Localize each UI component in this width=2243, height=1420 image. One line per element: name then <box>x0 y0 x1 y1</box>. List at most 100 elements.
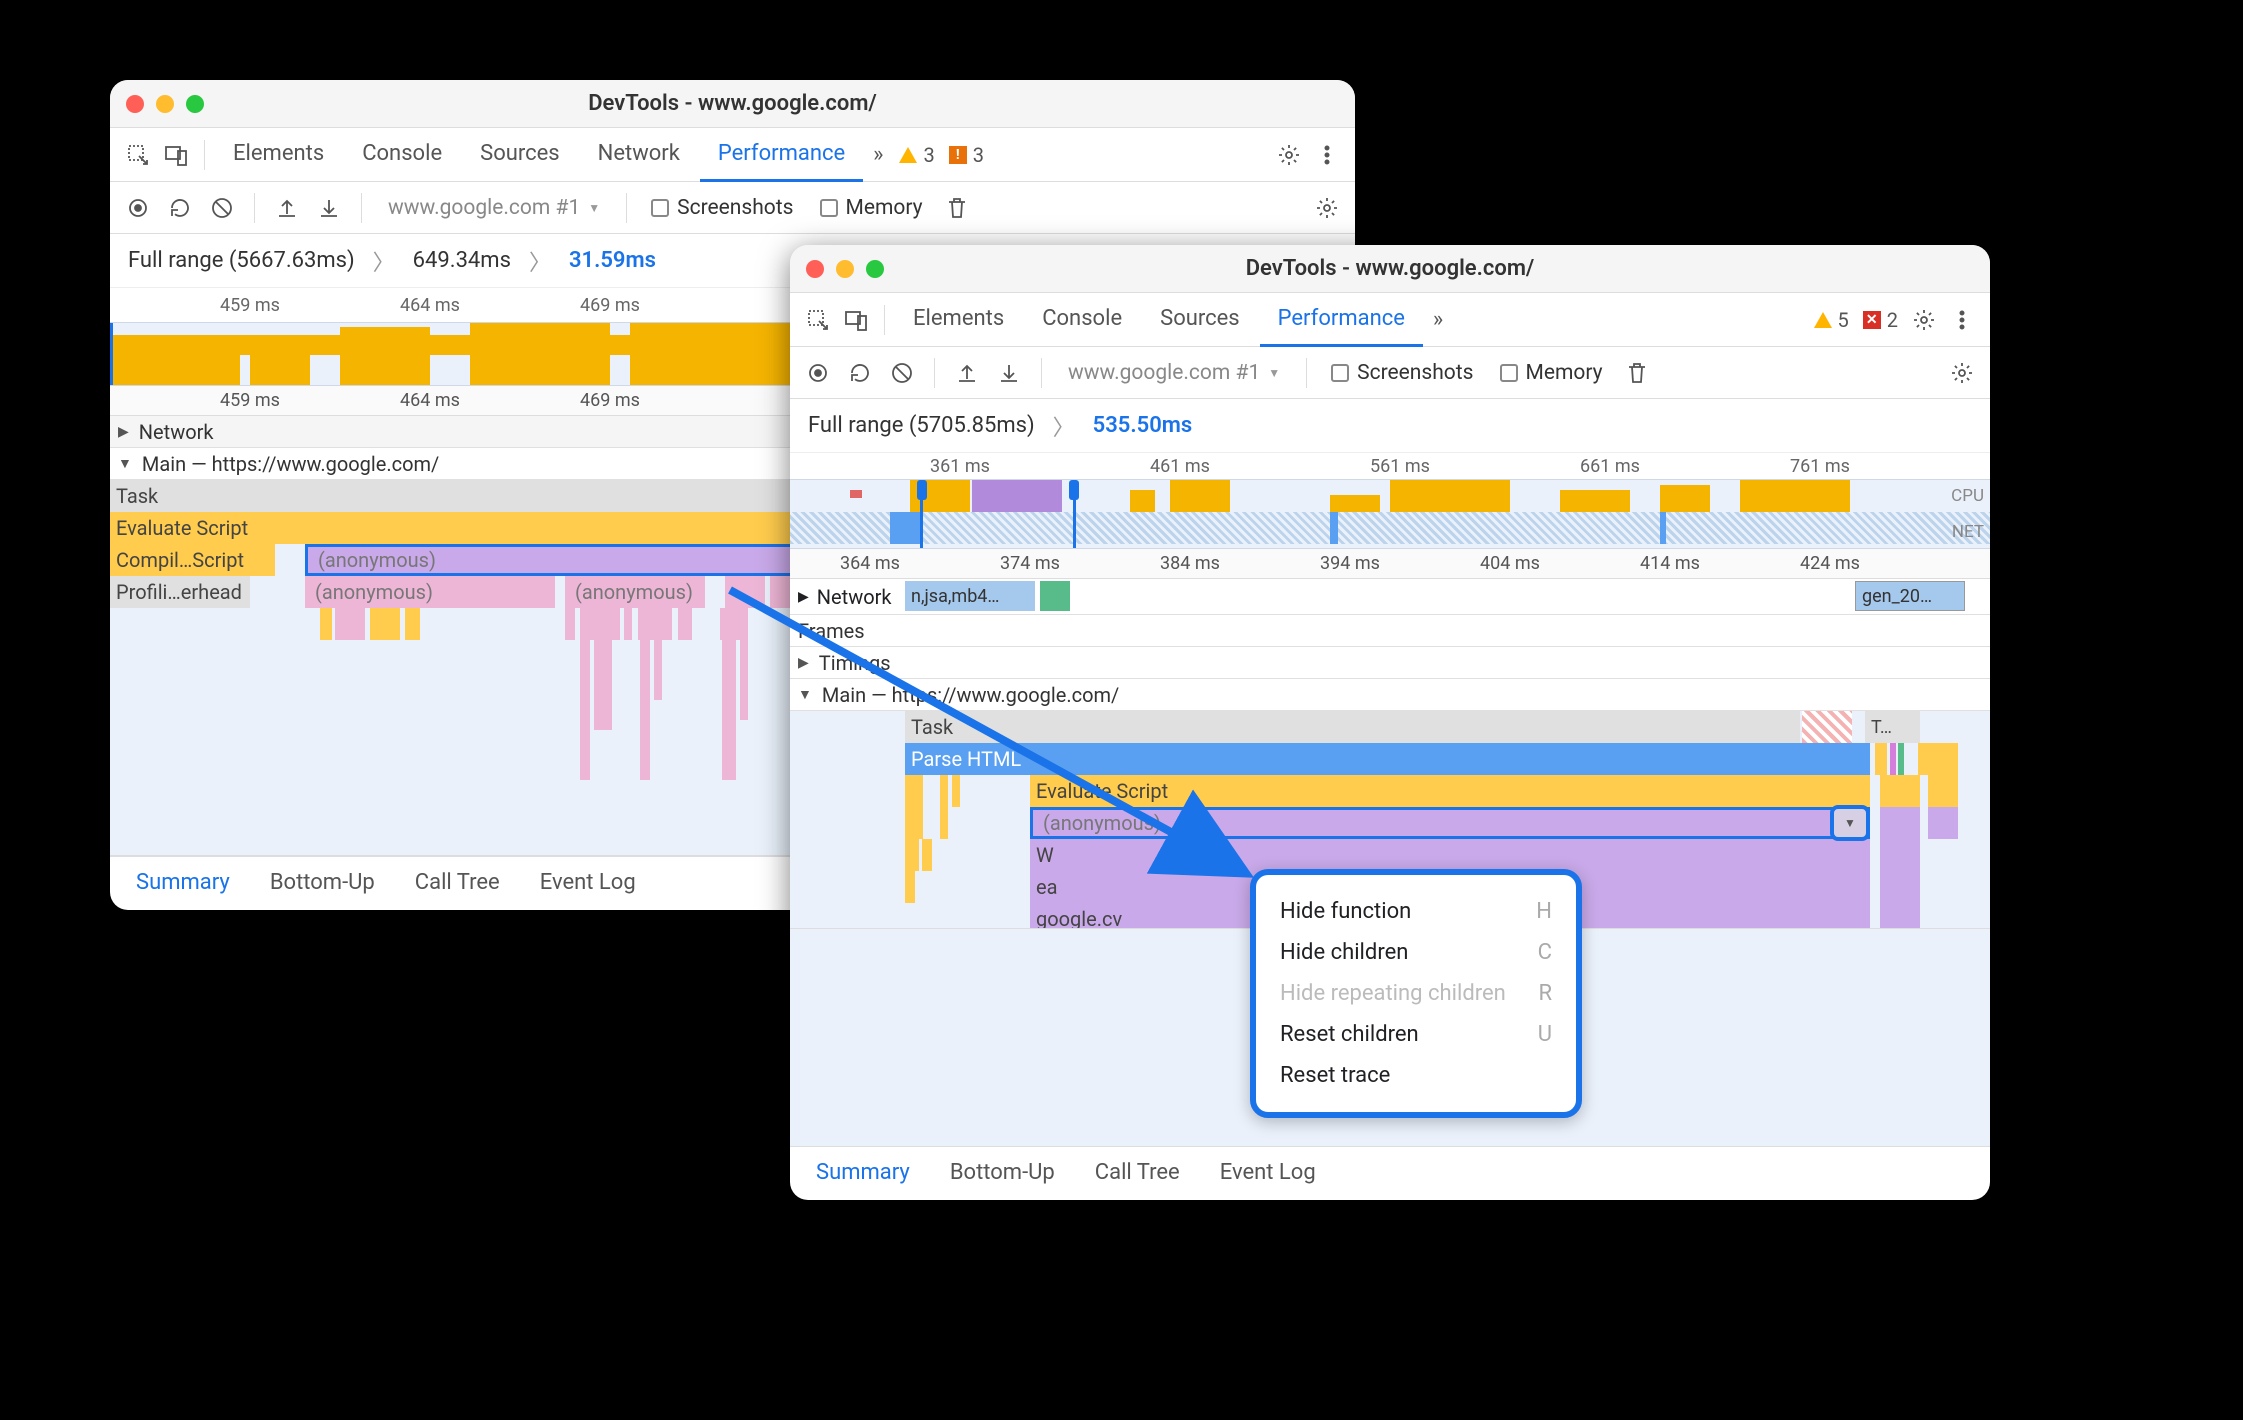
titlebar[interactable]: DevTools - www.google.com/ <box>110 80 1355 128</box>
tab-network[interactable]: Network <box>580 128 698 182</box>
flame-anonymous[interactable]: (anonymous) <box>565 576 705 608</box>
cpu-overview[interactable]: CPU NET <box>790 479 1990 549</box>
more-tabs-icon[interactable]: » <box>1425 307 1451 332</box>
zoom-icon[interactable] <box>866 260 884 278</box>
flame-entry-context-button[interactable]: ▼ <box>1830 805 1870 841</box>
flame-item[interactable] <box>405 608 420 640</box>
flame-item[interactable] <box>740 640 748 720</box>
trash-icon[interactable] <box>1619 355 1655 391</box>
tab-summary[interactable]: Summary <box>798 1147 928 1201</box>
flame-task-long[interactable] <box>1802 711 1852 743</box>
ctx-reset-children[interactable]: Reset childrenU <box>1256 1014 1576 1055</box>
recording-selector[interactable]: www.google.com #1▼ <box>1056 361 1292 385</box>
flame-item[interactable] <box>594 640 612 730</box>
more-tabs-icon[interactable]: » <box>865 142 891 167</box>
flame-profiling-overhead[interactable]: Profili…erhead <box>110 576 250 608</box>
gear-icon[interactable] <box>1906 302 1942 338</box>
flame-item[interactable] <box>1918 743 1958 775</box>
flame-item[interactable] <box>370 608 400 640</box>
flame-item[interactable] <box>905 775 923 807</box>
network-request[interactable]: n,jsa,mb4… <box>905 581 1035 611</box>
device-toolbar-icon[interactable] <box>838 302 874 338</box>
tab-bottom-up[interactable]: Bottom-Up <box>252 857 393 911</box>
reload-icon[interactable] <box>842 355 878 391</box>
kebab-icon[interactable] <box>1309 137 1345 173</box>
flame-w[interactable]: W <box>1030 839 1870 871</box>
selection-handle-right[interactable] <box>1069 480 1079 500</box>
flame-item[interactable] <box>922 839 932 871</box>
flame-item[interactable] <box>638 608 672 640</box>
screenshots-checkbox[interactable]: Screenshots <box>1331 361 1473 385</box>
timings-track-header[interactable]: ▶Timings <box>790 647 1990 679</box>
flame-item[interactable] <box>905 871 915 903</box>
screenshots-checkbox[interactable]: Screenshots <box>651 196 793 220</box>
flame-item[interactable] <box>1928 807 1958 839</box>
flame-item[interactable] <box>1880 775 1920 807</box>
clear-icon[interactable] <box>884 355 920 391</box>
errors-badge[interactable]: ✕2 <box>1863 308 1898 332</box>
flame-item[interactable] <box>320 608 332 640</box>
tab-sources[interactable]: Sources <box>1142 293 1258 347</box>
tab-performance[interactable]: Performance <box>1260 293 1423 347</box>
close-icon[interactable] <box>806 260 824 278</box>
minimize-icon[interactable] <box>836 260 854 278</box>
flame-task[interactable]: T… <box>1865 711 1920 743</box>
ctx-reset-trace[interactable]: Reset trace <box>1256 1055 1576 1096</box>
tab-console[interactable]: Console <box>1024 293 1140 347</box>
flame-item[interactable] <box>1880 839 1920 871</box>
tab-elements[interactable]: Elements <box>895 293 1022 347</box>
upload-icon[interactable] <box>949 355 985 391</box>
flame-item[interactable] <box>720 608 748 640</box>
tab-console[interactable]: Console <box>344 128 460 182</box>
overview-selection[interactable] <box>920 480 1076 548</box>
inspect-icon[interactable] <box>120 137 156 173</box>
flame-item[interactable] <box>580 608 620 640</box>
breadcrumb-selection[interactable]: 535.50ms <box>1093 413 1193 438</box>
flame-parse-html[interactable]: Parse HTML <box>905 743 1870 775</box>
download-icon[interactable] <box>311 190 347 226</box>
inspect-icon[interactable] <box>800 302 836 338</box>
flame-anonymous-selected[interactable]: (anonymous) <box>1030 807 1870 839</box>
warnings-badge[interactable]: 3 <box>899 143 934 167</box>
flame-item[interactable] <box>1898 743 1904 775</box>
flame-item[interactable] <box>725 576 765 608</box>
network-track-header[interactable]: ▶Network <box>790 585 892 609</box>
flame-item[interactable] <box>1880 807 1920 839</box>
tab-call-tree[interactable]: Call Tree <box>397 857 518 911</box>
network-request[interactable] <box>1040 581 1070 611</box>
warnings-badge[interactable]: 5 <box>1814 308 1849 332</box>
breadcrumb-range[interactable]: 649.34ms <box>413 248 511 273</box>
upload-icon[interactable] <box>269 190 305 226</box>
breadcrumb-full-range[interactable]: Full range (5667.63ms) <box>128 248 355 273</box>
flame-item[interactable] <box>1880 871 1920 903</box>
flame-item[interactable] <box>940 807 948 839</box>
tab-event-log[interactable]: Event Log <box>522 857 654 911</box>
titlebar[interactable]: DevTools - www.google.com/ <box>790 245 1990 293</box>
gear-icon[interactable] <box>1944 355 1980 391</box>
record-icon[interactable] <box>800 355 836 391</box>
main-track-header[interactable]: ▼Main — https://www.google.com/ <box>790 679 1990 711</box>
gear-icon[interactable] <box>1309 190 1345 226</box>
reload-icon[interactable] <box>162 190 198 226</box>
flame-item[interactable] <box>940 775 948 807</box>
trash-icon[interactable] <box>939 190 975 226</box>
tab-event-log[interactable]: Event Log <box>1202 1147 1334 1201</box>
network-track[interactable]: ▶Network n,jsa,mb4… gen_20… <box>790 579 1990 615</box>
device-toolbar-icon[interactable] <box>158 137 194 173</box>
selection-handle-left[interactable] <box>917 480 927 500</box>
zoom-icon[interactable] <box>186 95 204 113</box>
tab-bottom-up[interactable]: Bottom-Up <box>932 1147 1073 1201</box>
flame-item[interactable] <box>580 640 590 780</box>
minimize-icon[interactable] <box>156 95 174 113</box>
network-request[interactable]: gen_20… <box>1855 581 1965 611</box>
flame-item[interactable] <box>905 807 923 839</box>
recording-selector[interactable]: www.google.com #1▼ <box>376 196 612 220</box>
tab-summary[interactable]: Summary <box>118 857 248 911</box>
flame-item[interactable] <box>654 640 662 700</box>
tab-sources[interactable]: Sources <box>462 128 578 182</box>
clear-icon[interactable] <box>204 190 240 226</box>
kebab-icon[interactable] <box>1944 302 1980 338</box>
flame-item[interactable] <box>952 775 960 807</box>
tab-call-tree[interactable]: Call Tree <box>1077 1147 1198 1201</box>
record-icon[interactable] <box>120 190 156 226</box>
